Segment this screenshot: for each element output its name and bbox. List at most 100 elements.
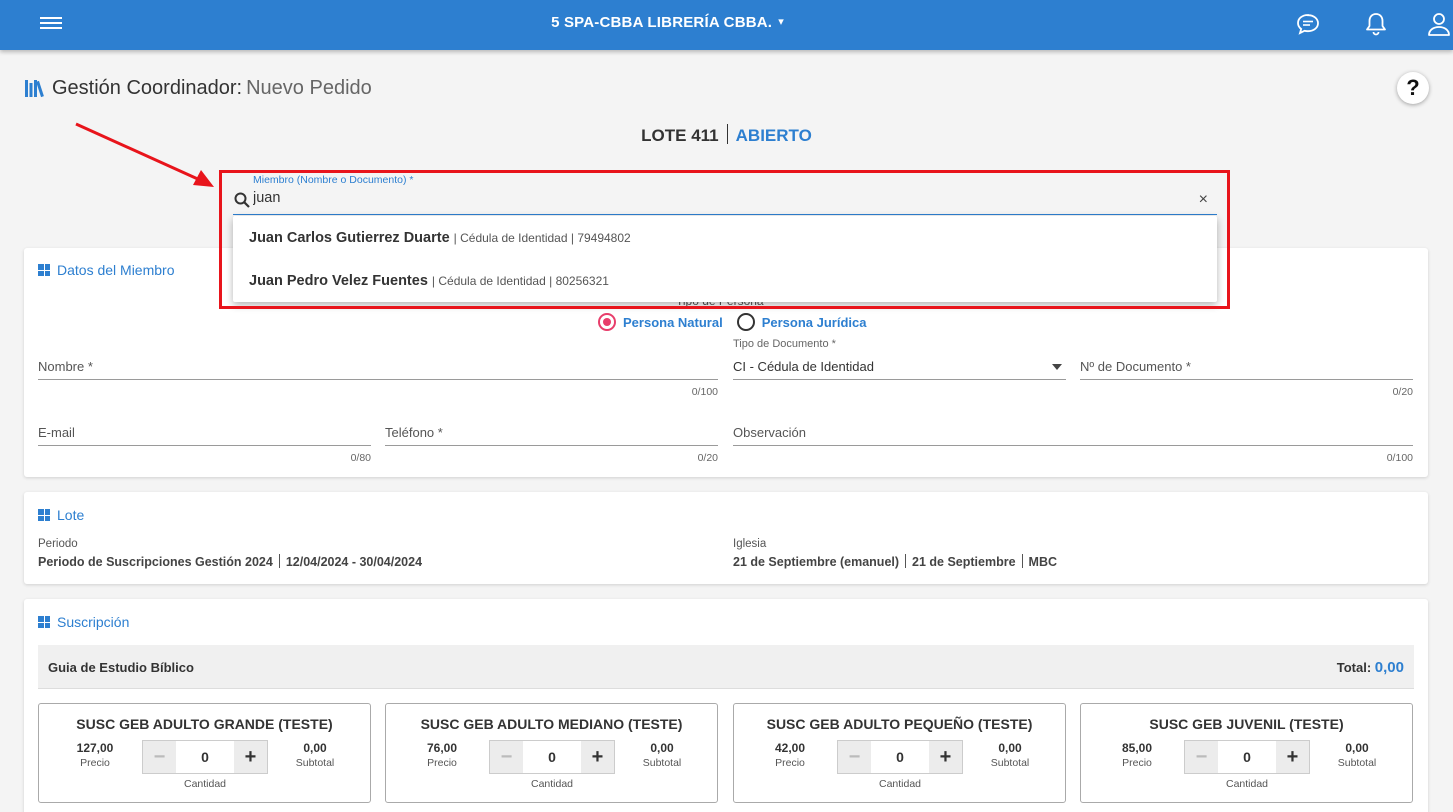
group-total: Total: 0,00: [1337, 659, 1404, 676]
page-title: Gestión Coordinador: Nuevo Pedido: [24, 76, 372, 100]
lote-card: Lote Periodo Periodo de Suscripciones Ge…: [24, 492, 1428, 584]
subtotal-label: Subtotal: [1337, 757, 1377, 769]
radio-persona-juridica-label: Persona Jurídica: [761, 314, 867, 330]
product-subtotal: 0,00: [650, 741, 674, 755]
member-card-title: Datos del Miembro: [38, 262, 175, 278]
telefono-label: Teléfono *: [385, 425, 443, 440]
product-name: SUSC GEB ADULTO MEDIANO (TESTE): [420, 716, 683, 732]
plus-icon[interactable]: +: [234, 741, 267, 773]
periodo-label: Periodo: [38, 538, 78, 550]
product-group-header: Guia de Estudio Bíblico Total: 0,00: [38, 645, 1414, 689]
plus-icon[interactable]: +: [929, 741, 962, 773]
product-price: 42,00: [774, 741, 806, 755]
windows-grid-icon: [38, 509, 50, 521]
quantity-value[interactable]: 0: [176, 741, 234, 773]
email-field[interactable]: E-mail 0/80: [38, 422, 371, 464]
suscripcion-card-title-text: Suscripción: [57, 614, 130, 630]
search-icon: [234, 192, 250, 208]
iglesia-name: 21 de Septiembre (emanuel): [733, 555, 900, 569]
tipo-documento-value: CI - Cédula de Identidad: [733, 359, 874, 374]
member-search-label: Miembro (Nombre o Documento) *: [253, 174, 414, 186]
books-icon: [25, 80, 44, 98]
member-search-input[interactable]: [253, 190, 1153, 206]
telefono-counter: 0/20: [697, 452, 718, 464]
result-detail: | Cédula de Identidad | 80256321: [431, 273, 609, 288]
tipo-documento-select[interactable]: Tipo de Documento * CI - Cédula de Ident…: [733, 338, 1066, 380]
product-name: SUSC GEB JUVENIL (TESTE): [1149, 716, 1344, 732]
quantity-stepper: − 0 +: [489, 740, 615, 774]
nro-documento-counter: 0/20: [1392, 386, 1413, 398]
quantity-stepper: − 0 +: [837, 740, 963, 774]
subtotal-label: Subtotal: [990, 757, 1030, 769]
radio-persona-natural[interactable]: Persona Natural: [598, 313, 723, 331]
search-result-item[interactable]: Juan Pedro Velez Fuentes | Cédula de Ide…: [233, 259, 1217, 302]
tipo-documento-label: Tipo de Documento *: [733, 338, 836, 350]
lote-status: ABIERTO: [735, 126, 812, 145]
radio-persona-juridica[interactable]: Persona Jurídica: [736, 313, 867, 331]
product-name: SUSC GEB ADULTO GRANDE (TESTE): [76, 716, 333, 732]
observacion-field[interactable]: Observación 0/100: [733, 422, 1413, 464]
minus-icon[interactable]: −: [143, 741, 176, 773]
nro-documento-field[interactable]: Nº de Documento * 0/20: [1080, 356, 1413, 398]
lote-card-title: Lote: [38, 507, 84, 523]
quantity-value[interactable]: 0: [523, 741, 581, 773]
minus-icon[interactable]: −: [1185, 741, 1218, 773]
page-title-sub: Nuevo Pedido: [246, 76, 372, 99]
chevron-down-icon: ▾: [778, 16, 784, 28]
product-card: SUSC GEB JUVENIL (TESTE) 85,00 Precio − …: [1080, 703, 1413, 803]
suscripcion-card-title: Suscripción: [38, 614, 129, 630]
quantity-label: Cantidad: [530, 778, 574, 790]
product-card: SUSC GEB ADULTO MEDIANO (TESTE) 76,00 Pr…: [385, 703, 718, 803]
total-value: 0,00: [1374, 659, 1404, 676]
top-app-bar: 5 SPA-CBBA LIBRERÍA CBBA. ▾: [0, 0, 1453, 50]
radio-persona-natural-label: Persona Natural: [623, 314, 723, 330]
email-counter: 0/80: [350, 452, 371, 464]
close-icon[interactable]: ×: [1199, 191, 1208, 209]
quantity-label: Cantidad: [183, 778, 227, 790]
organization-title: 5 SPA-CBBA LIBRERÍA CBBA.: [551, 14, 773, 31]
subtotal-label: Subtotal: [295, 757, 335, 769]
quantity-label: Cantidad: [878, 778, 922, 790]
search-result-item[interactable]: Juan Carlos Gutierrez Duarte | Cédula de…: [233, 216, 1217, 259]
lote-status-line: LOTE 411 ABIERTO: [0, 124, 1453, 146]
bell-icon[interactable]: [1362, 10, 1390, 38]
member-card-title-text: Datos del Miembro: [57, 262, 175, 278]
windows-grid-icon: [38, 616, 50, 628]
result-detail: | Cédula de Identidad | 79494802: [453, 230, 631, 245]
suscripcion-card: Suscripción Guia de Estudio Bíblico Tota…: [24, 599, 1428, 812]
product-subtotal: 0,00: [998, 741, 1022, 755]
product-card: SUSC GEB ADULTO PEQUEÑO (TESTE) 42,00 Pr…: [733, 703, 1066, 803]
member-search-field: ×: [233, 187, 1217, 215]
chat-icon[interactable]: [1294, 10, 1322, 38]
iglesia-value: 21 de Septiembre (emanuel) 21 de Septiemb…: [733, 554, 1057, 569]
iglesia-mission: MBC: [1028, 555, 1058, 569]
product-price: 127,00: [76, 741, 114, 755]
plus-icon[interactable]: +: [581, 741, 614, 773]
price-label: Precio: [1122, 757, 1152, 769]
product-subtotal: 0,00: [1345, 741, 1369, 755]
user-icon[interactable]: [1425, 10, 1453, 38]
product-name: SUSC GEB ADULTO PEQUEÑO (TESTE): [766, 716, 1033, 732]
quantity-value[interactable]: 0: [871, 741, 929, 773]
organization-selector[interactable]: 5 SPA-CBBA LIBRERÍA CBBA. ▾: [0, 14, 1335, 31]
product-price: 85,00: [1121, 741, 1153, 755]
help-icon[interactable]: ?: [1397, 72, 1429, 104]
page-title-main: Gestión Coordinador:: [52, 76, 243, 99]
periodo-value: Periodo de Suscripciones Gestión 2024 12/…: [38, 554, 422, 569]
nombre-label: Nombre *: [38, 359, 93, 374]
plus-icon[interactable]: +: [1276, 741, 1309, 773]
lote-number: LOTE 411: [641, 126, 719, 145]
quantity-label: Cantidad: [1225, 778, 1269, 790]
minus-icon[interactable]: −: [490, 741, 523, 773]
result-name: Juan Carlos Gutierrez Duarte: [249, 229, 450, 246]
minus-icon[interactable]: −: [838, 741, 871, 773]
price-label: Precio: [427, 757, 457, 769]
quantity-value[interactable]: 0: [1218, 741, 1276, 773]
nro-documento-label: Nº de Documento *: [1080, 359, 1191, 374]
quantity-stepper: − 0 +: [142, 740, 268, 774]
product-price: 76,00: [426, 741, 458, 755]
nombre-field[interactable]: Nombre * 0/100: [38, 356, 718, 398]
caret-down-icon: [1052, 364, 1062, 370]
product-group-name: Guia de Estudio Bíblico: [48, 660, 194, 675]
telefono-field[interactable]: Teléfono * 0/20: [385, 422, 718, 464]
